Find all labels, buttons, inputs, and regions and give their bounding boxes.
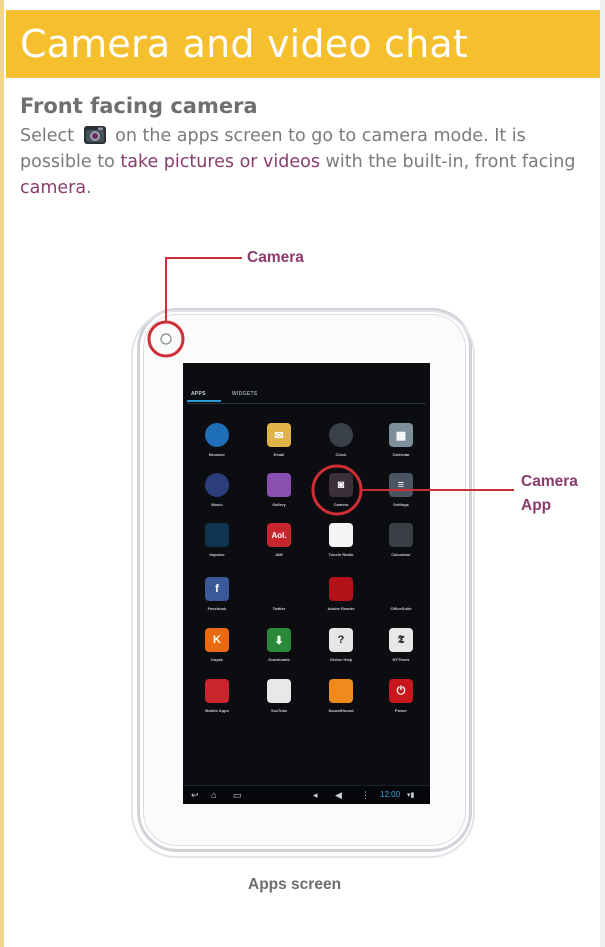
camera-app-callout-line2: App [521,497,552,514]
front-camera-lens [160,333,172,345]
callout-overlay [131,257,514,858]
tablet-outer-edge [131,310,475,858]
camera-app-callout-circle [311,464,363,516]
figure-caption: Apps screen [248,876,342,893]
camera-callout-label: Camera [247,249,304,266]
front-camera-callout-line [165,257,242,322]
camera-app-callout-label: Camera App [521,470,601,518]
camera-app-callout-line1: Camera [521,473,578,490]
